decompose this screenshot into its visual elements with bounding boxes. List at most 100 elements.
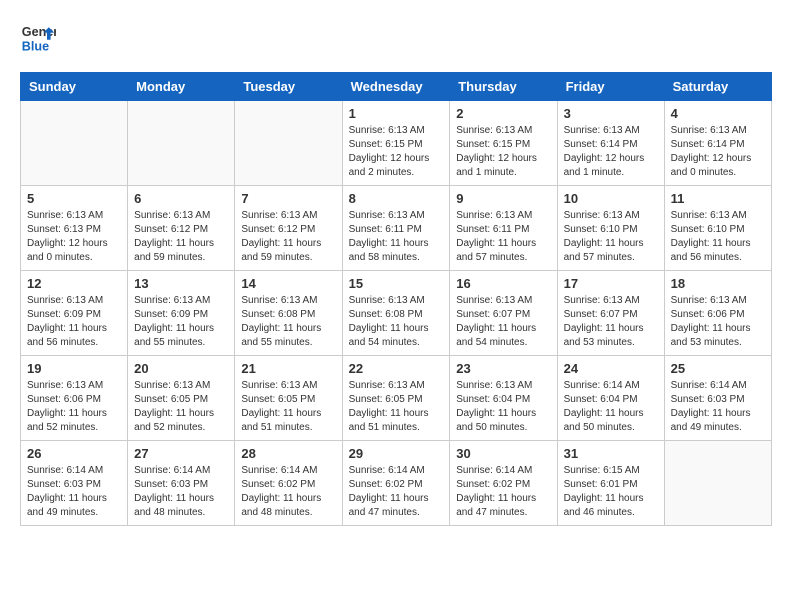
calendar-week-4: 19 Sunrise: 6:13 AM Sunset: 6:06 PM Dayli…	[21, 356, 772, 441]
day-info: Sunrise: 6:14 AM Sunset: 6:03 PM Dayligh…	[27, 464, 121, 520]
weekday-header-tuesday: Tuesday	[235, 73, 342, 101]
calendar-cell: 26 Sunrise: 6:14 AM Sunset: 6:03 PM Dayli…	[21, 441, 128, 526]
weekday-header-wednesday: Wednesday	[342, 73, 450, 101]
day-info: Sunrise: 6:13 AM Sunset: 6:05 PM Dayligh…	[134, 379, 228, 435]
calendar-cell: 10 Sunrise: 6:13 AM Sunset: 6:10 PM Dayli…	[557, 186, 664, 271]
calendar-cell: 7 Sunrise: 6:13 AM Sunset: 6:12 PM Daylig…	[235, 186, 342, 271]
day-info: Sunrise: 6:13 AM Sunset: 6:05 PM Dayligh…	[241, 379, 335, 435]
day-info: Sunrise: 6:13 AM Sunset: 6:08 PM Dayligh…	[349, 294, 444, 350]
weekday-header-saturday: Saturday	[664, 73, 771, 101]
day-info: Sunrise: 6:14 AM Sunset: 6:04 PM Dayligh…	[564, 379, 658, 435]
calendar-cell: 9Sunrise: 6:13 AM Sunset: 6:11 PM Daylig…	[450, 186, 557, 271]
calendar-week-3: 12 Sunrise: 6:13 AM Sunset: 6:09 PM Dayli…	[21, 271, 772, 356]
calendar-cell: 4 Sunrise: 6:13 AM Sunset: 6:14 PM Daylig…	[664, 101, 771, 186]
day-number: 25	[671, 361, 765, 376]
logo-icon: General Blue	[20, 20, 56, 56]
day-number: 10	[564, 191, 658, 206]
day-number: 5	[27, 191, 121, 206]
calendar-cell: 8Sunrise: 6:13 AM Sunset: 6:11 PM Daylig…	[342, 186, 450, 271]
calendar-cell: 14Sunrise: 6:13 AM Sunset: 6:08 PM Dayli…	[235, 271, 342, 356]
calendar-cell: 2Sunrise: 6:13 AM Sunset: 6:15 PM Daylig…	[450, 101, 557, 186]
calendar-cell	[128, 101, 235, 186]
day-number: 11	[671, 191, 765, 206]
day-info: Sunrise: 6:13 AM Sunset: 6:12 PM Dayligh…	[134, 209, 228, 265]
day-number: 19	[27, 361, 121, 376]
day-info: Sunrise: 6:13 AM Sunset: 6:09 PM Dayligh…	[27, 294, 121, 350]
day-number: 28	[241, 446, 335, 461]
day-number: 2	[456, 106, 550, 121]
day-info: Sunrise: 6:13 AM Sunset: 6:12 PM Dayligh…	[241, 209, 335, 265]
calendar-cell: 15 Sunrise: 6:13 AM Sunset: 6:08 PM Dayli…	[342, 271, 450, 356]
weekday-header-row: SundayMondayTuesdayWednesdayThursdayFrid…	[21, 73, 772, 101]
day-number: 16	[456, 276, 550, 291]
day-info: Sunrise: 6:14 AM Sunset: 6:02 PM Dayligh…	[349, 464, 444, 520]
day-info: Sunrise: 6:14 AM Sunset: 6:03 PM Dayligh…	[671, 379, 765, 435]
day-info: Sunrise: 6:13 AM Sunset: 6:14 PM Dayligh…	[564, 124, 658, 180]
svg-text:Blue: Blue	[22, 40, 49, 54]
day-number: 31	[564, 446, 658, 461]
calendar-cell: 20 Sunrise: 6:13 AM Sunset: 6:05 PM Dayli…	[128, 356, 235, 441]
day-number: 4	[671, 106, 765, 121]
calendar-cell	[235, 101, 342, 186]
calendar-cell: 27Sunrise: 6:14 AM Sunset: 6:03 PM Dayli…	[128, 441, 235, 526]
day-info: Sunrise: 6:14 AM Sunset: 6:02 PM Dayligh…	[241, 464, 335, 520]
calendar-cell: 1Sunrise: 6:13 AM Sunset: 6:15 PM Daylig…	[342, 101, 450, 186]
day-info: Sunrise: 6:13 AM Sunset: 6:06 PM Dayligh…	[671, 294, 765, 350]
calendar-cell: 28 Sunrise: 6:14 AM Sunset: 6:02 PM Dayli…	[235, 441, 342, 526]
day-number: 29	[349, 446, 444, 461]
calendar-cell: 31 Sunrise: 6:15 AM Sunset: 6:01 PM Dayli…	[557, 441, 664, 526]
calendar-cell: 29 Sunrise: 6:14 AM Sunset: 6:02 PM Dayli…	[342, 441, 450, 526]
weekday-header-friday: Friday	[557, 73, 664, 101]
weekday-header-monday: Monday	[128, 73, 235, 101]
calendar-cell: 19 Sunrise: 6:13 AM Sunset: 6:06 PM Dayli…	[21, 356, 128, 441]
calendar-cell: 11 Sunrise: 6:13 AM Sunset: 6:10 PM Dayli…	[664, 186, 771, 271]
day-number: 3	[564, 106, 658, 121]
day-number: 21	[241, 361, 335, 376]
calendar-cell: 3 Sunrise: 6:13 AM Sunset: 6:14 PM Daylig…	[557, 101, 664, 186]
day-info: Sunrise: 6:13 AM Sunset: 6:10 PM Dayligh…	[671, 209, 765, 265]
day-number: 6	[134, 191, 228, 206]
day-number: 12	[27, 276, 121, 291]
calendar-cell: 6 Sunrise: 6:13 AM Sunset: 6:12 PM Daylig…	[128, 186, 235, 271]
day-number: 22	[349, 361, 444, 376]
weekday-header-thursday: Thursday	[450, 73, 557, 101]
day-number: 17	[564, 276, 658, 291]
calendar-week-5: 26 Sunrise: 6:14 AM Sunset: 6:03 PM Dayli…	[21, 441, 772, 526]
day-info: Sunrise: 6:13 AM Sunset: 6:06 PM Dayligh…	[27, 379, 121, 435]
day-number: 1	[349, 106, 444, 121]
calendar-week-1: 1Sunrise: 6:13 AM Sunset: 6:15 PM Daylig…	[21, 101, 772, 186]
day-info: Sunrise: 6:13 AM Sunset: 6:11 PM Dayligh…	[349, 209, 444, 265]
calendar-cell: 16Sunrise: 6:13 AM Sunset: 6:07 PM Dayli…	[450, 271, 557, 356]
day-number: 20	[134, 361, 228, 376]
calendar-cell: 23 Sunrise: 6:13 AM Sunset: 6:04 PM Dayli…	[450, 356, 557, 441]
calendar-cell	[21, 101, 128, 186]
day-number: 15	[349, 276, 444, 291]
day-info: Sunrise: 6:13 AM Sunset: 6:07 PM Dayligh…	[564, 294, 658, 350]
calendar-cell: 24 Sunrise: 6:14 AM Sunset: 6:04 PM Dayli…	[557, 356, 664, 441]
logo: General Blue	[20, 20, 56, 56]
day-number: 13	[134, 276, 228, 291]
day-info: Sunrise: 6:13 AM Sunset: 6:10 PM Dayligh…	[564, 209, 658, 265]
calendar-cell: 25 Sunrise: 6:14 AM Sunset: 6:03 PM Dayli…	[664, 356, 771, 441]
day-number: 23	[456, 361, 550, 376]
day-number: 24	[564, 361, 658, 376]
calendar-week-2: 5 Sunrise: 6:13 AM Sunset: 6:13 PM Daylig…	[21, 186, 772, 271]
day-number: 7	[241, 191, 335, 206]
calendar-cell: 13 Sunrise: 6:13 AM Sunset: 6:09 PM Dayli…	[128, 271, 235, 356]
weekday-header-sunday: Sunday	[21, 73, 128, 101]
day-info: Sunrise: 6:13 AM Sunset: 6:14 PM Dayligh…	[671, 124, 765, 180]
calendar-cell: 21 Sunrise: 6:13 AM Sunset: 6:05 PM Dayli…	[235, 356, 342, 441]
calendar-cell: 30 Sunrise: 6:14 AM Sunset: 6:02 PM Dayli…	[450, 441, 557, 526]
day-number: 18	[671, 276, 765, 291]
day-number: 9	[456, 191, 550, 206]
day-info: Sunrise: 6:14 AM Sunset: 6:02 PM Dayligh…	[456, 464, 550, 520]
day-info: Sunrise: 6:13 AM Sunset: 6:09 PM Dayligh…	[134, 294, 228, 350]
day-info: Sunrise: 6:13 AM Sunset: 6:04 PM Dayligh…	[456, 379, 550, 435]
day-info: Sunrise: 6:13 AM Sunset: 6:08 PM Dayligh…	[241, 294, 335, 350]
day-number: 26	[27, 446, 121, 461]
day-info: Sunrise: 6:13 AM Sunset: 6:13 PM Dayligh…	[27, 209, 121, 265]
day-info: Sunrise: 6:15 AM Sunset: 6:01 PM Dayligh…	[564, 464, 658, 520]
calendar-cell: 5 Sunrise: 6:13 AM Sunset: 6:13 PM Daylig…	[21, 186, 128, 271]
calendar-table: SundayMondayTuesdayWednesdayThursdayFrid…	[20, 72, 772, 526]
day-number: 30	[456, 446, 550, 461]
